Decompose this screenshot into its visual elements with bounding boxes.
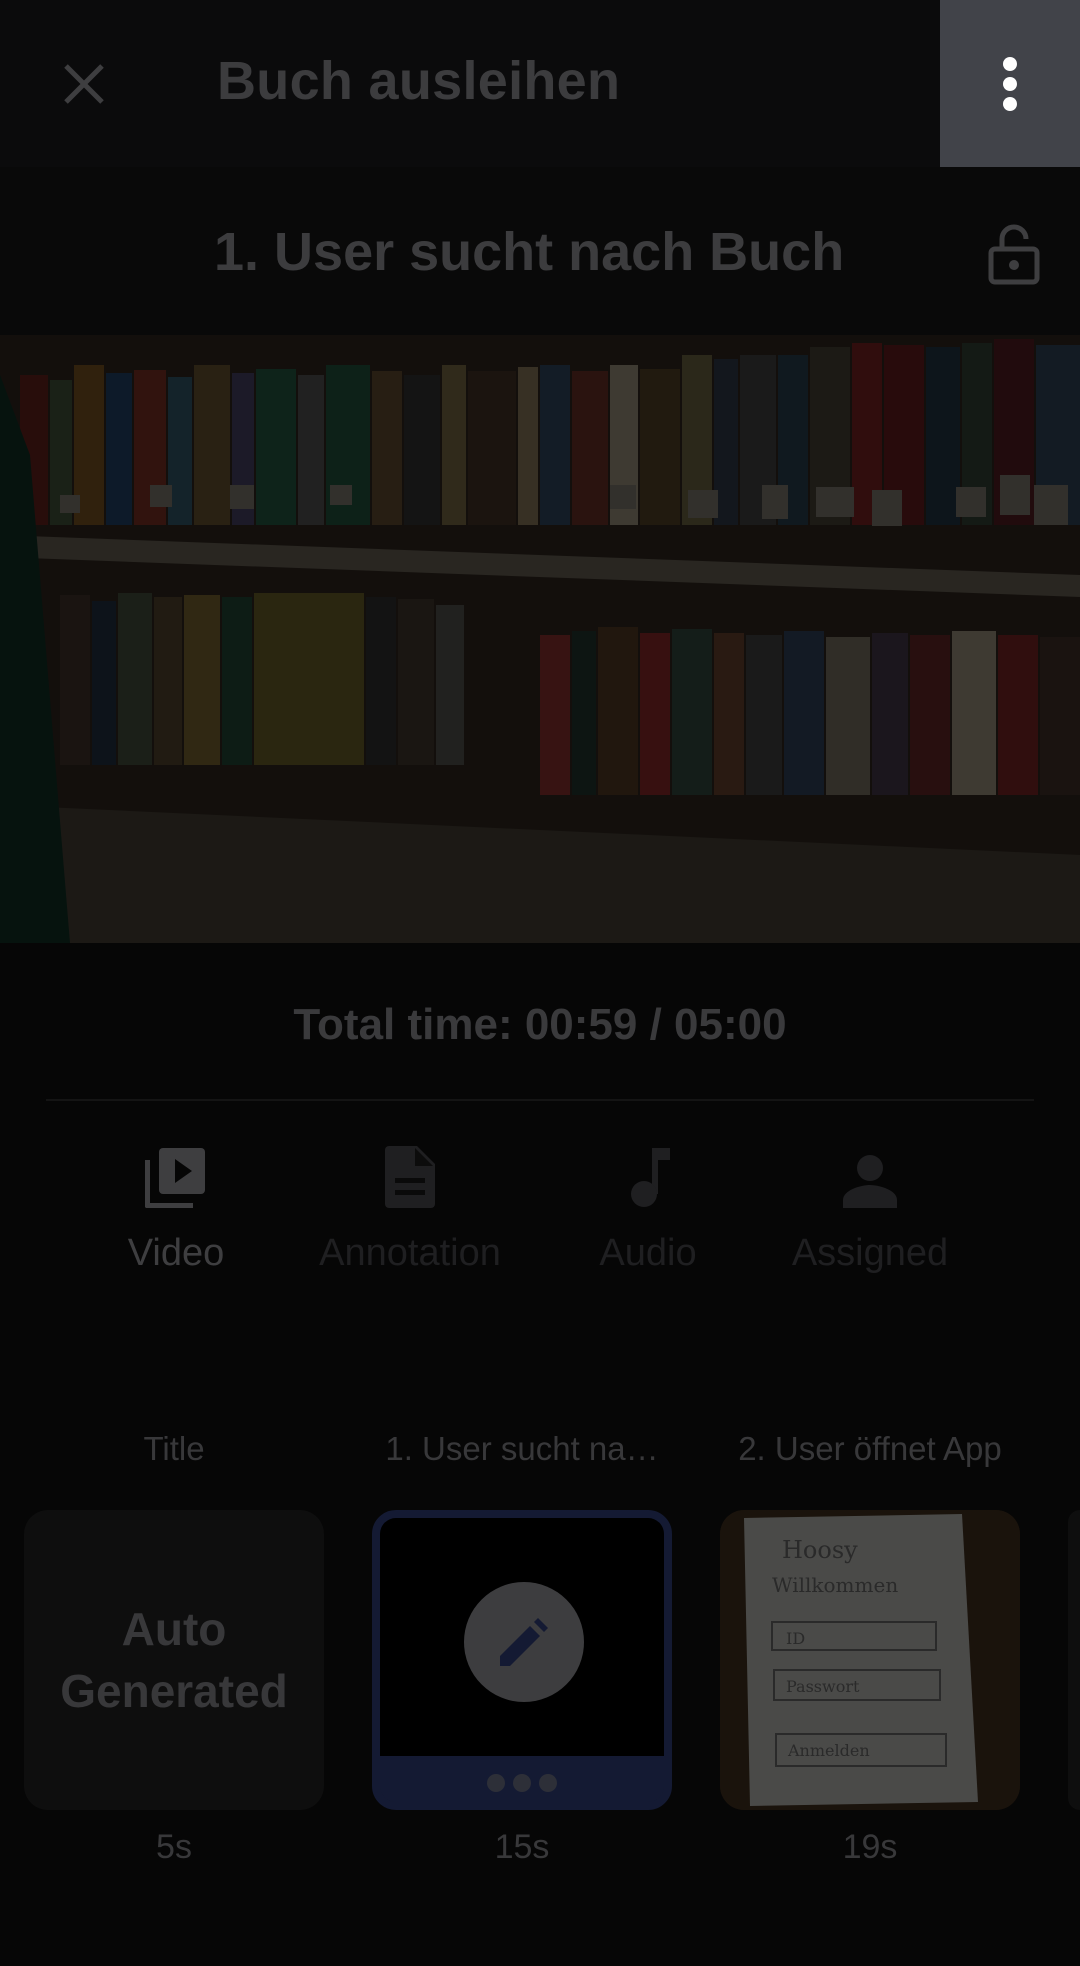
scene-thumbnail[interactable]	[372, 1510, 672, 1810]
divider	[46, 1099, 1034, 1101]
paper-prototype-image: Hoosy Willkommen ID Passwort Anmelden	[720, 1510, 1020, 1810]
screen: Buch ausleihen 1. User sucht nach Buch T…	[0, 0, 1080, 1966]
total-time-label: Total time: 00:59 / 05:00	[293, 1000, 787, 1049]
scene-card-open-app[interactable]: 2. User öffnet App Hoosy Willkommen ID P…	[720, 1430, 1020, 1867]
lock-open-icon	[988, 224, 1040, 285]
scene-duration: 19s	[842, 1828, 898, 1866]
scene-title: 1. User sucht nach Buch	[214, 222, 845, 282]
tab-label: Annotation	[319, 1232, 501, 1274]
scene-card-title[interactable]: Title Auto Generated 5s	[24, 1430, 324, 1867]
auto-label-line1: Auto	[121, 1603, 227, 1655]
scene-card-selected[interactable]: 1. User sucht na… 15s	[372, 1430, 672, 1867]
tab-annotation[interactable]: Annotation	[305, 1140, 515, 1280]
edit-scene-button[interactable]	[464, 1582, 584, 1702]
tab-label: Audio	[599, 1232, 697, 1274]
edit-icon	[500, 1618, 548, 1666]
paper-text-hoosy: Hoosy	[782, 1536, 858, 1564]
scene-options-dots[interactable]	[380, 1774, 664, 1792]
paper-text-id: ID	[786, 1629, 805, 1648]
scene-duration: 15s	[494, 1828, 550, 1866]
close-icon	[64, 64, 104, 104]
scene-name: 1. User sucht na…	[385, 1430, 659, 1467]
close-button[interactable]	[42, 42, 126, 126]
scene-header: 1. User sucht nach Buch	[0, 167, 1080, 335]
next-scene-peek[interactable]	[1068, 1510, 1080, 1810]
person-icon	[843, 1155, 897, 1208]
scene-thumbnail[interactable]: Hoosy Willkommen ID Passwort Anmelden	[720, 1510, 1020, 1810]
paper-text-login: Anmelden	[787, 1741, 870, 1760]
tab-audio[interactable]: Audio	[575, 1140, 721, 1280]
paper-text-welcome: Willkommen	[772, 1573, 898, 1597]
bookshelf-image	[0, 335, 1080, 943]
more-vert-icon	[1003, 56, 1017, 111]
music-note-icon	[631, 1148, 670, 1207]
video-library-icon	[145, 1148, 205, 1208]
tab-label: Video	[127, 1232, 225, 1274]
description-icon	[385, 1146, 435, 1208]
app-bar: Buch ausleihen	[0, 0, 1080, 167]
scene-duration: 5s	[156, 1828, 192, 1866]
more-options-button[interactable]	[940, 0, 1080, 167]
scene-name: 2. User öffnet App	[738, 1430, 1002, 1467]
scene-thumbnail[interactable]: Auto Generated	[24, 1510, 324, 1810]
tab-video[interactable]: Video	[106, 1140, 246, 1280]
scene-name: Title	[143, 1430, 205, 1467]
lock-button[interactable]	[976, 216, 1052, 292]
video-preview[interactable]	[0, 335, 1080, 943]
dot	[487, 1774, 505, 1792]
dot	[539, 1774, 557, 1792]
dot	[513, 1774, 531, 1792]
page-title: Buch ausleihen	[217, 51, 621, 111]
tab-label: Assigned	[791, 1232, 949, 1274]
paper-text-password: Passwort	[786, 1677, 860, 1696]
auto-label-line2: Generated	[60, 1665, 288, 1717]
tab-assigned[interactable]: Assigned	[770, 1140, 970, 1280]
